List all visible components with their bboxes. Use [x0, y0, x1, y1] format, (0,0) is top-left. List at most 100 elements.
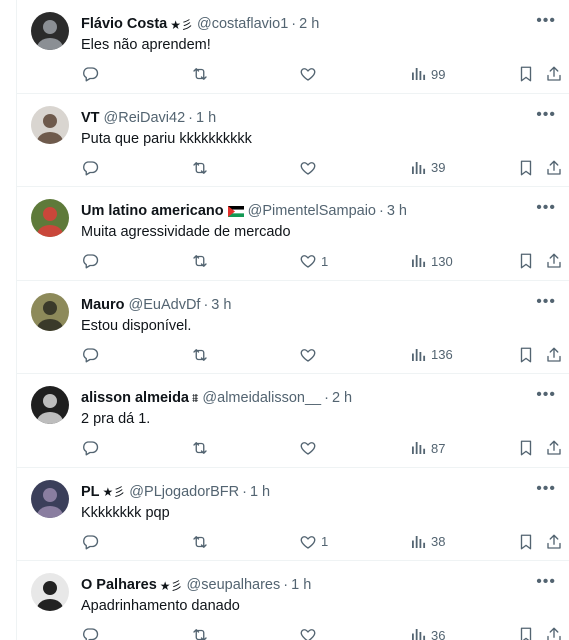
- share-icon: [547, 66, 561, 81]
- display-name[interactable]: PL: [81, 484, 100, 500]
- tweet[interactable]: O Palhares ★彡 @seupalhares · 1 h ••• Apa…: [17, 561, 569, 640]
- user-handle[interactable]: @PLjogadorBFR: [129, 484, 239, 500]
- action-bar: 136: [81, 344, 569, 366]
- user-handle[interactable]: @costaflavio1: [197, 16, 288, 32]
- share-button[interactable]: [545, 624, 563, 640]
- display-name[interactable]: Mauro: [81, 297, 125, 313]
- tweet[interactable]: PL ★彡 @PLjogadorBFR · 1 h ••• Kkkkkkkk p…: [17, 468, 569, 561]
- share-button[interactable]: [545, 63, 563, 85]
- tweet-text: Estou disponível.: [81, 317, 192, 334]
- avatar[interactable]: [31, 292, 69, 331]
- bookmark-button[interactable]: [517, 63, 535, 85]
- avatar[interactable]: [31, 479, 69, 518]
- bookmark-button[interactable]: [517, 624, 535, 640]
- tweet[interactable]: Um latino americano @PimentelSampaio · 3…: [17, 187, 569, 281]
- like-button[interactable]: 1: [299, 250, 328, 272]
- bookmark-button[interactable]: [517, 437, 535, 459]
- views-button[interactable]: 87: [409, 437, 445, 459]
- retweet-button[interactable]: [191, 624, 213, 640]
- heart-icon: [300, 348, 316, 362]
- more-dots-icon[interactable]: •••: [536, 106, 556, 122]
- views-button[interactable]: 39: [409, 157, 445, 179]
- user-handle[interactable]: @EuAdvDf: [129, 297, 201, 313]
- more-dots-icon[interactable]: •••: [536, 480, 556, 496]
- views-button[interactable]: 130: [409, 250, 453, 272]
- retweet-button[interactable]: [191, 437, 213, 459]
- retweet-icon: [193, 68, 207, 80]
- reply-button[interactable]: [81, 624, 103, 640]
- separator-dot: ·: [188, 109, 193, 126]
- like-button[interactable]: [299, 437, 321, 459]
- bookmark-icon: [520, 534, 532, 549]
- reply-button[interactable]: [81, 344, 103, 366]
- user-handle[interactable]: @almeidalisson__: [202, 390, 321, 406]
- reply-button[interactable]: [81, 157, 103, 179]
- separator-dot: ·: [291, 16, 297, 32]
- share-button[interactable]: [545, 250, 563, 272]
- user-handle[interactable]: @ReiDavi42: [104, 110, 186, 126]
- share-button[interactable]: [545, 344, 563, 366]
- retweet-button[interactable]: [191, 157, 213, 179]
- like-button[interactable]: [299, 63, 321, 85]
- views-chart-icon: [412, 161, 426, 174]
- reply-button[interactable]: [81, 63, 103, 85]
- timestamp[interactable]: 1 h: [291, 577, 311, 593]
- timestamp[interactable]: 3 h: [387, 203, 407, 219]
- bookmark-button[interactable]: [517, 531, 535, 553]
- action-bar: 1 38: [81, 531, 569, 553]
- more-dots-icon[interactable]: •••: [536, 200, 556, 216]
- bookmark-button[interactable]: [517, 157, 535, 179]
- tweet[interactable]: alisson almeida ⩩ @almeidalisson__ · 2 h…: [17, 374, 569, 468]
- more-dots-icon[interactable]: •••: [536, 387, 556, 403]
- retweet-button[interactable]: [191, 344, 213, 366]
- views-button[interactable]: 136: [409, 344, 453, 366]
- display-name[interactable]: Flávio Costa: [81, 16, 167, 32]
- more-dots-icon[interactable]: •••: [536, 574, 556, 590]
- reply-button[interactable]: [81, 437, 103, 459]
- display-name[interactable]: Um latino americano: [81, 203, 224, 219]
- like-button[interactable]: [299, 344, 321, 366]
- retweet-button[interactable]: [191, 250, 213, 272]
- avatar[interactable]: [31, 199, 69, 237]
- avatar[interactable]: [31, 105, 69, 144]
- share-icon: [547, 160, 561, 175]
- timestamp[interactable]: 2 h: [299, 16, 319, 32]
- tweet[interactable]: Flávio Costa ★彡 @costaflavio1 · 2 h ••• …: [17, 0, 569, 94]
- views-button[interactable]: 36: [409, 624, 445, 640]
- separator-dot: ·: [379, 203, 384, 219]
- heart-icon: [300, 442, 316, 455]
- avatar[interactable]: [31, 12, 69, 50]
- like-button[interactable]: [299, 157, 321, 179]
- tweet-text: Apadrinhamento danado: [81, 598, 240, 614]
- like-button[interactable]: [299, 624, 321, 640]
- avatar[interactable]: [31, 386, 69, 424]
- bookmark-button[interactable]: [517, 250, 535, 272]
- share-button[interactable]: [545, 531, 563, 553]
- avatar[interactable]: [31, 573, 69, 611]
- display-name[interactable]: alisson almeida: [81, 390, 189, 406]
- timestamp[interactable]: 1 h: [250, 484, 270, 500]
- display-name[interactable]: O Palhares: [81, 577, 157, 593]
- user-handle[interactable]: @seupalhares: [187, 577, 281, 593]
- user-handle[interactable]: @PimentelSampaio: [248, 203, 376, 219]
- bookmark-button[interactable]: [517, 344, 535, 366]
- retweet-button[interactable]: [191, 531, 213, 553]
- tweet-header: O Palhares ★彡 @seupalhares · 1 h: [81, 575, 520, 595]
- views-button[interactable]: 38: [409, 531, 445, 553]
- more-dots-icon[interactable]: •••: [536, 293, 556, 309]
- retweet-button[interactable]: [191, 63, 213, 85]
- like-button[interactable]: 1: [299, 531, 328, 553]
- tweet[interactable]: VT @ReiDavi42 · 1 h ••• Puta que pariu k…: [17, 94, 569, 187]
- display-name[interactable]: VT: [81, 110, 100, 126]
- tweet-header: Flávio Costa ★彡 @costaflavio1 · 2 h: [81, 14, 520, 34]
- share-button[interactable]: [545, 437, 563, 459]
- share-button[interactable]: [545, 157, 563, 179]
- timestamp[interactable]: 2 h: [332, 390, 352, 406]
- more-dots-icon[interactable]: •••: [536, 13, 556, 29]
- timestamp[interactable]: 1 h: [196, 110, 216, 126]
- tweet[interactable]: Mauro @EuAdvDf · 3 h ••• Estou disponíve…: [17, 281, 569, 374]
- views-button[interactable]: 99: [409, 63, 445, 85]
- timestamp[interactable]: 3 h: [211, 297, 231, 313]
- reply-button[interactable]: [81, 250, 103, 272]
- reply-button[interactable]: [81, 531, 103, 553]
